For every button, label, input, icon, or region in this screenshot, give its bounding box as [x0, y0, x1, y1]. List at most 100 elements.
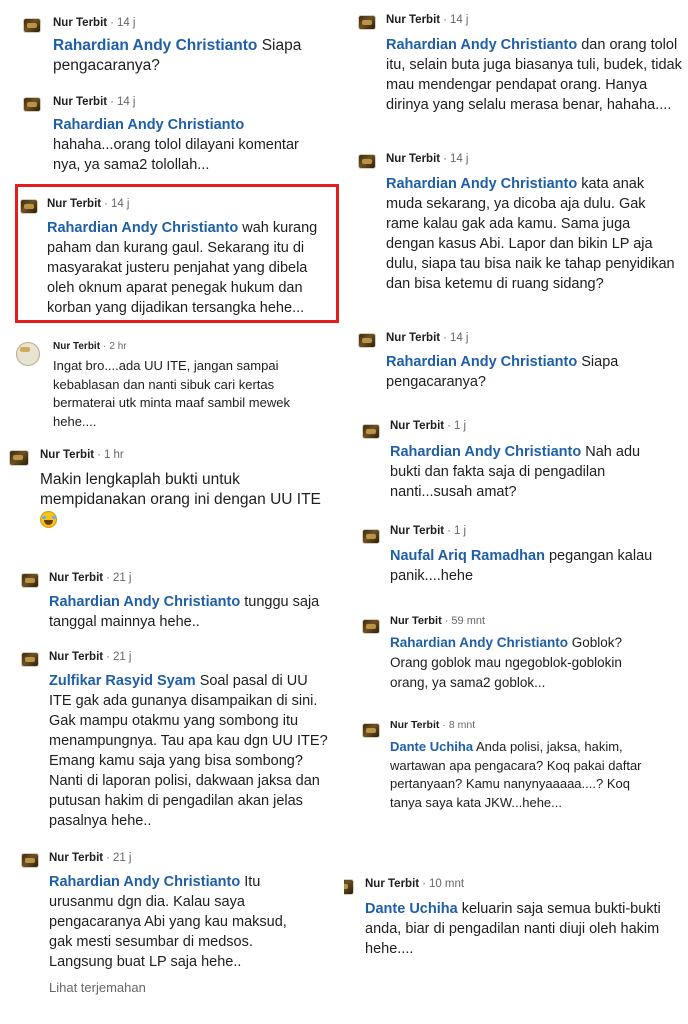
comment-author[interactable]: Nur Terbit — [49, 852, 103, 864]
avatar[interactable] — [20, 199, 38, 214]
comment-time[interactable]: 8 mnt — [449, 719, 475, 731]
comment-author[interactable]: Nur Terbit — [390, 420, 444, 432]
mention-link[interactable]: Rahardian Andy Christianto — [49, 594, 240, 610]
avatar[interactable] — [362, 529, 380, 544]
avatar[interactable] — [358, 333, 376, 348]
comment: Nur Terbit · 14 j Rahardian Andy Christian… — [358, 152, 688, 317]
comment-body: Soal pasal di UU ITE gak ada gunanya dis… — [49, 673, 328, 829]
mention-link[interactable]: Rahardian Andy Christianto — [49, 874, 240, 890]
comment-meta: Nur Terbit · 21 j — [49, 571, 131, 585]
comment-author[interactable]: Nur Terbit — [47, 198, 101, 210]
separator-dot: · — [110, 17, 114, 29]
comment-time[interactable]: 2 hr — [109, 341, 126, 352]
comment: Nur Terbit · 21 j Rahardian Andy Christian… — [21, 571, 341, 633]
comment-meta: Nur Terbit · 1 hr — [40, 448, 124, 462]
comment-author[interactable]: Nur Terbit — [386, 14, 440, 26]
mention-link[interactable]: Rahardian Andy Christianto — [386, 176, 577, 192]
avatar[interactable] — [21, 573, 39, 588]
comment-author[interactable]: Nur Terbit — [53, 341, 100, 352]
comment-author[interactable]: Nur Terbit — [386, 332, 440, 344]
mention-link[interactable]: Rahardian Andy Christianto — [386, 37, 577, 53]
avatar[interactable] — [21, 853, 39, 868]
avatar[interactable] — [9, 450, 29, 466]
mention-link[interactable]: Dante Uchiha — [365, 901, 458, 917]
separator-dot: · — [106, 852, 110, 864]
avatar[interactable] — [358, 154, 376, 169]
mention-link[interactable]: Zulfikar Rasyid Syam — [49, 673, 196, 689]
comment-meta: Nur Terbit · 1 j — [390, 419, 466, 433]
comment-text: Rahardian Andy Christianto Goblok? Orang… — [390, 633, 655, 693]
avatar[interactable] — [358, 15, 376, 30]
avatar[interactable] — [23, 18, 41, 33]
comment-meta: Nur Terbit · 8 mnt — [390, 718, 475, 732]
comment-author[interactable]: Nur Terbit — [49, 572, 103, 584]
comment-text: Rahardian Andy Christianto Itu urusanmu … — [49, 872, 311, 972]
comment: Nur Terbit · 59 mnt Rahardian Andy Christi… — [362, 614, 688, 696]
separator-dot: · — [110, 96, 114, 108]
comment-time[interactable]: 1 j — [454, 525, 466, 537]
mention-link[interactable]: Rahardian Andy Christianto — [390, 444, 581, 460]
separator-dot: · — [103, 341, 107, 352]
avatar[interactable] — [344, 879, 354, 895]
comment-author[interactable]: Nur Terbit — [386, 153, 440, 165]
comment-meta: Nur Terbit · 10 mnt — [365, 877, 464, 891]
comment-meta: Nur Terbit · 14 j — [386, 13, 468, 27]
comment-author[interactable]: Nur Terbit — [365, 878, 419, 890]
comment-time[interactable]: 59 mnt — [451, 615, 485, 627]
comment-time[interactable]: 21 j — [113, 572, 132, 584]
mention-link[interactable]: Rahardian Andy Christianto — [386, 354, 577, 370]
separator-dot: · — [443, 14, 447, 26]
avatar[interactable] — [16, 342, 40, 366]
comment-text: Rahardian Andy Christianto wah kurang pa… — [47, 218, 337, 318]
comment-meta: Nur Terbit · 14 j — [53, 16, 135, 30]
comment: Nur Terbit · 8 mnt Dante Uchiha Anda polis… — [362, 718, 688, 838]
comment-time[interactable]: 10 mnt — [429, 878, 464, 890]
comment-text: Rahardian Andy Christianto Siapa pengaca… — [386, 352, 671, 392]
avatar[interactable] — [362, 723, 380, 738]
comment-author[interactable]: Nur Terbit — [390, 525, 444, 537]
comment-text: Ingat bro....ada UU ITE, jangan sampai k… — [53, 357, 328, 431]
comment: Nur Terbit · 21 j Zulfikar Rasyid Syam Soa… — [21, 650, 341, 835]
comment-time[interactable]: 21 j — [113, 852, 132, 864]
comment-time[interactable]: 14 j — [450, 14, 469, 26]
comment-time[interactable]: 14 j — [450, 153, 469, 165]
comment-time[interactable]: 1 hr — [104, 449, 124, 461]
comment-author[interactable]: Nur Terbit — [40, 449, 94, 461]
comment-author[interactable]: Nur Terbit — [53, 96, 107, 108]
separator-dot: · — [443, 332, 447, 344]
mention-link[interactable]: Rahardian Andy Christianto — [390, 635, 568, 650]
avatar[interactable] — [21, 652, 39, 667]
mention-link[interactable]: Rahardian Andy Christianto — [53, 37, 257, 54]
see-translation-link[interactable]: Lihat terjemahan — [49, 980, 146, 995]
avatar[interactable] — [362, 619, 380, 634]
comment-time[interactable]: 14 j — [111, 198, 130, 210]
comment-body: kata anak muda sekarang, ya dicoba aja d… — [386, 176, 675, 292]
mention-link[interactable]: Rahardian Andy Christianto — [53, 117, 244, 133]
comment-meta: Nur Terbit · 2 hr — [53, 340, 127, 354]
mention-link[interactable]: Naufal Ariq Ramadhan — [390, 548, 545, 564]
comment-author[interactable]: Nur Terbit — [390, 719, 439, 731]
comment-time[interactable]: 21 j — [113, 651, 132, 663]
comment-body: Makin lengkaplah bukti untuk mempidanaka… — [40, 471, 321, 508]
comment: Nur Terbit · 2 hr Ingat bro....ada UU ITE,… — [16, 340, 341, 432]
comment-author[interactable]: Nur Terbit — [49, 651, 103, 663]
avatar[interactable] — [362, 424, 380, 439]
separator-dot: · — [106, 572, 110, 584]
mention-link[interactable]: Rahardian Andy Christianto — [47, 220, 238, 236]
comment-text: Rahardian Andy Christianto dan orang tol… — [386, 35, 682, 115]
comment-author[interactable]: Nur Terbit — [390, 615, 442, 627]
comment: Nur Terbit · 1 hr Makin lengkaplah bukti u… — [9, 448, 341, 534]
comment-time[interactable]: 14 j — [117, 17, 136, 29]
laughing-emoji-icon — [40, 511, 57, 529]
left-screenshot-column: Nur Terbit · 14 j Rahardian Andy Christian… — [0, 0, 344, 1024]
comment-text: Rahardian Andy Christianto Siapa pengaca… — [53, 36, 335, 76]
mention-link[interactable]: Dante Uchiha — [390, 739, 473, 754]
comment-meta: Nur Terbit · 59 mnt — [390, 614, 485, 628]
comment-author[interactable]: Nur Terbit — [53, 17, 107, 29]
comment-time[interactable]: 14 j — [450, 332, 469, 344]
comment-time[interactable]: 1 j — [454, 420, 466, 432]
comment-time[interactable]: 14 j — [117, 96, 136, 108]
comment: Nur Terbit · 14 j Rahardian Andy Christian… — [23, 95, 341, 179]
avatar[interactable] — [23, 97, 41, 112]
right-screenshot-column: Nur Terbit · 14 j Rahardian Andy Christian… — [344, 0, 688, 1024]
